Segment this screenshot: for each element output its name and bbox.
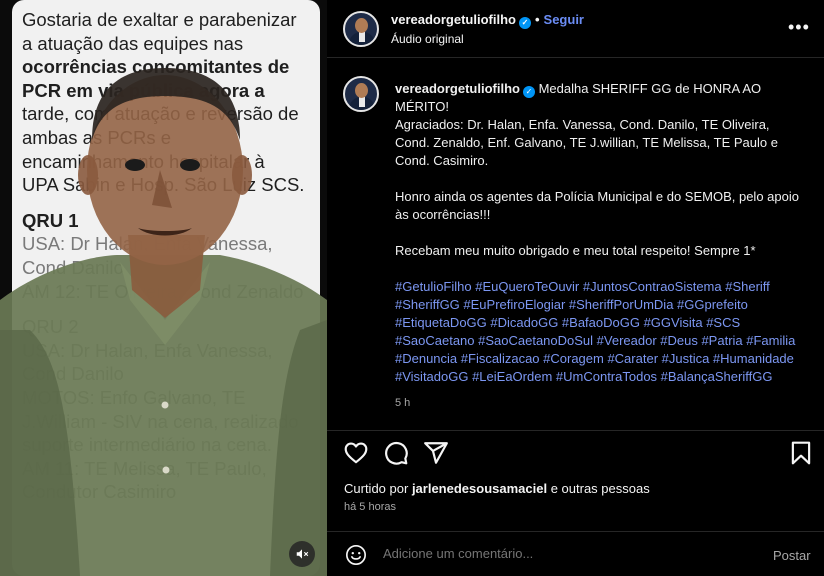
likes-prefix: Curtido por	[344, 481, 409, 496]
emoji-icon[interactable]	[345, 544, 367, 566]
verified-badge-icon: ✓	[522, 86, 535, 98]
comment-icon[interactable]	[383, 440, 409, 466]
note-line: USA: Dr Halan, Enfa Vanessa,	[22, 233, 273, 255]
caption-username[interactable]: vereadorgetuliofilho	[395, 81, 520, 96]
comment-bar: Postar	[327, 531, 824, 576]
notes-text: Gostaria de exaltar e parabenizar a atuaç…	[22, 8, 320, 504]
speaker-muted-icon	[296, 549, 309, 559]
note-line: UPA Sabin e Hosp. São Luiz SCS.	[22, 174, 305, 196]
caption-text: vereadorgetuliofilho ✓ Medalha SHERIFF GG…	[395, 80, 800, 412]
note-line: Cond Danilo	[22, 363, 124, 385]
notes-screenshot: Gostaria de exaltar e parabenizar a atuaç…	[12, 0, 320, 576]
caption-area: vereadorgetuliofilho ✓ Medalha SHERIFF GG…	[327, 58, 824, 430]
more-horizontal-icon: •••	[788, 17, 810, 37]
more-options-button[interactable]: •••	[788, 18, 810, 36]
paper-plane-icon[interactable]	[423, 440, 449, 466]
note-line: ocorrências concomitantes de	[22, 56, 290, 78]
mute-toggle-button[interactable]	[289, 541, 315, 567]
note-line: PCR em via pública agora a	[22, 79, 265, 101]
likes-user[interactable]: jarlenedesousamaciel	[412, 481, 547, 496]
caption-awardees: Agraciados: Dr. Halan, Enfa. Vanessa, Co…	[395, 117, 778, 168]
reel-video[interactable]: Gostaria de exaltar e parabenizar a atuaç…	[0, 0, 327, 576]
comment-input[interactable]	[383, 546, 723, 561]
note-line: J.William - SIV na cena, realizado	[22, 410, 299, 432]
follow-button[interactable]: Seguir	[544, 12, 584, 27]
note-line: a atuação das equipes nas	[22, 32, 244, 54]
note-line: Condutor Casimiro	[22, 481, 177, 503]
note-line: tarde, com atuação e reversão de	[22, 103, 299, 125]
post-header: vereadorgetuliofilho ✓ • Seguir Áudio origi…	[327, 0, 824, 58]
caption-honor: Honro ainda os agentes da Polícia Munici…	[395, 189, 799, 222]
note-line: Gostaria de exaltar e parabenizar	[22, 9, 297, 30]
note-line: AM 12: TE Oliveira, Cond Zenaldo	[22, 280, 304, 302]
header-username[interactable]: vereadorgetuliofilho	[391, 12, 516, 27]
action-bar	[327, 430, 824, 474]
audio-link[interactable]: Áudio original	[391, 32, 464, 46]
note-line: ambas as PCRs e	[22, 126, 172, 148]
likes-line: Curtido por jarlenedesousamaciel e outra…	[344, 481, 650, 496]
note-line: AM 11: TE Melissa, TE Paulo,	[22, 457, 267, 479]
note-line: MOTOS: Enfo Galvano, TE	[22, 386, 246, 408]
note-line: Cond Danilo	[22, 256, 124, 278]
note-line: USA: Dr Halan, Enfa Vanessa,	[22, 339, 273, 361]
post-comment-button[interactable]: Postar	[773, 548, 811, 563]
header-username-row: vereadorgetuliofilho ✓ • Seguir	[391, 12, 584, 29]
heart-icon[interactable]	[343, 440, 369, 466]
caption-hashtags[interactable]: #GetulioFilho #EuQueroTeOuvir #JuntosCon…	[395, 278, 800, 386]
avatar[interactable]	[343, 11, 379, 47]
verified-badge-icon: ✓	[518, 17, 531, 29]
separator-dot: •	[534, 12, 540, 27]
note-line: QRU 1	[22, 209, 79, 231]
caption-time: 5 h	[395, 397, 411, 409]
post-timestamp[interactable]: há 5 horas	[344, 501, 396, 513]
bookmark-icon[interactable]	[788, 440, 814, 466]
post-panel: vereadorgetuliofilho ✓ • Seguir Áudio origi…	[327, 0, 824, 576]
note-gap	[22, 197, 320, 209]
note-line: encaminhamento hospitalar à	[22, 150, 265, 172]
likes-suffix[interactable]: e outras pessoas	[551, 481, 650, 496]
caption-thanks: Recebam meu muito obrigado e meu total r…	[395, 243, 756, 258]
note-gap	[22, 303, 320, 315]
note-line: suporte intermediário na cena.	[22, 434, 272, 456]
caption-avatar[interactable]	[343, 76, 379, 112]
note-line: QRU 2	[22, 316, 79, 338]
